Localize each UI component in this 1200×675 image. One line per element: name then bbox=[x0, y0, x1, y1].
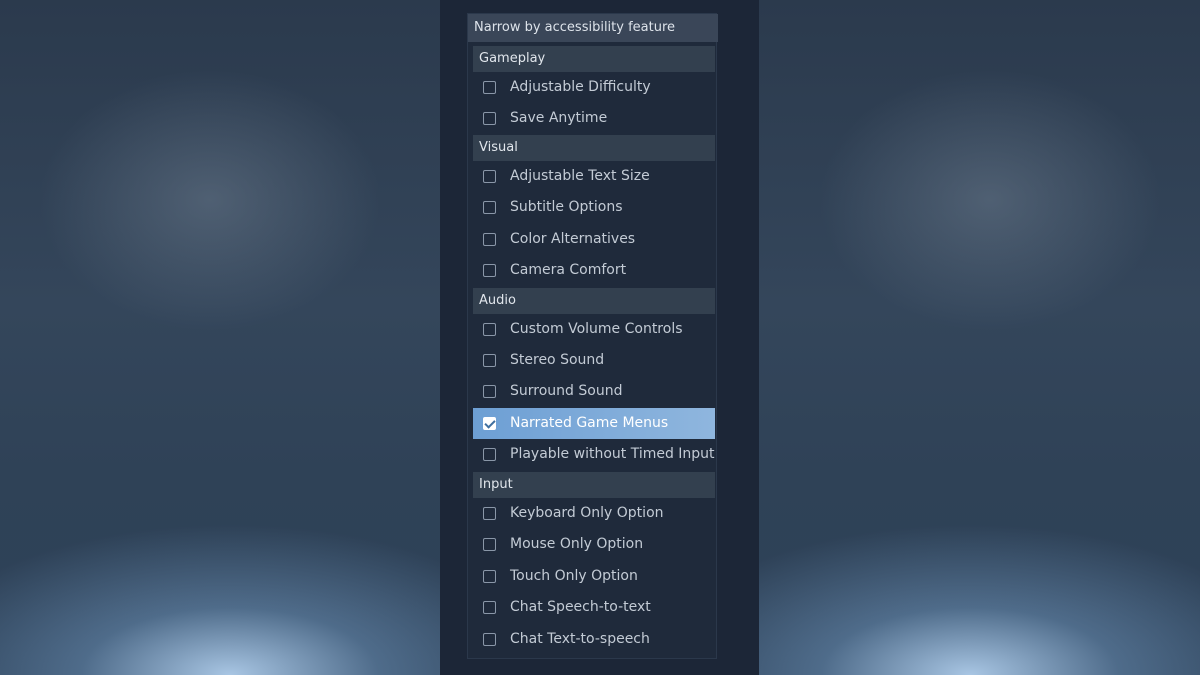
option-camera-comfort[interactable]: Camera Comfort bbox=[473, 255, 715, 286]
checkbox[interactable] bbox=[483, 448, 496, 461]
option-subtitle-options[interactable]: Subtitle Options bbox=[473, 192, 715, 223]
checkbox[interactable] bbox=[483, 201, 496, 214]
checkbox[interactable] bbox=[483, 112, 496, 125]
checkbox[interactable] bbox=[483, 81, 496, 94]
checkbox[interactable] bbox=[483, 385, 496, 398]
option-label: Adjustable Text Size bbox=[510, 168, 650, 184]
category-header-audio: Audio bbox=[473, 288, 715, 314]
option-label: Camera Comfort bbox=[510, 262, 627, 278]
category-header-gameplay: Gameplay bbox=[473, 46, 715, 72]
option-adjustable-difficulty[interactable]: Adjustable Difficulty bbox=[473, 72, 715, 103]
checkbox[interactable] bbox=[483, 354, 496, 367]
option-stereo-sound[interactable]: Stereo Sound bbox=[473, 345, 715, 376]
option-label: Chat Text-to-speech bbox=[510, 631, 650, 647]
category-header-input: Input bbox=[473, 472, 715, 498]
option-chat-speech-to-text[interactable]: Chat Speech-to-text bbox=[473, 592, 715, 623]
checkbox[interactable] bbox=[483, 264, 496, 277]
option-custom-volume-controls[interactable]: Custom Volume Controls bbox=[473, 314, 715, 345]
option-chat-text-to-speech[interactable]: Chat Text-to-speech bbox=[473, 624, 715, 655]
option-label: Surround Sound bbox=[510, 383, 623, 399]
option-label: Keyboard Only Option bbox=[510, 505, 664, 521]
option-keyboard-only[interactable]: Keyboard Only Option bbox=[473, 498, 715, 529]
checkbox[interactable] bbox=[483, 570, 496, 583]
option-label: Color Alternatives bbox=[510, 231, 636, 247]
option-label: Custom Volume Controls bbox=[510, 321, 683, 337]
option-label: Playable without Timed Input bbox=[510, 446, 715, 462]
option-label: Touch Only Option bbox=[510, 568, 638, 584]
accessibility-filter-panel: Narrow by accessibility feature Gameplay… bbox=[467, 13, 718, 659]
option-label: Narrated Game Menus bbox=[510, 415, 669, 431]
option-touch-only[interactable]: Touch Only Option bbox=[473, 561, 715, 592]
checkbox[interactable] bbox=[483, 233, 496, 246]
option-label: Chat Speech-to-text bbox=[510, 599, 651, 615]
category-header-visual: Visual bbox=[473, 135, 715, 161]
option-surround-sound[interactable]: Surround Sound bbox=[473, 376, 715, 407]
checkbox[interactable] bbox=[483, 633, 496, 646]
option-adjustable-text-size[interactable]: Adjustable Text Size bbox=[473, 161, 715, 192]
option-label: Stereo Sound bbox=[510, 352, 605, 368]
checkbox[interactable] bbox=[483, 538, 496, 551]
option-color-alternatives[interactable]: Color Alternatives bbox=[473, 224, 715, 255]
panel-title: Narrow by accessibility feature bbox=[468, 14, 718, 42]
checkbox[interactable] bbox=[483, 507, 496, 520]
option-label: Save Anytime bbox=[510, 110, 608, 126]
option-label: Mouse Only Option bbox=[510, 536, 644, 552]
option-playable-without-timed-input[interactable]: Playable without Timed Input bbox=[473, 439, 715, 470]
checkmark-icon bbox=[484, 417, 496, 429]
checkbox-checked[interactable] bbox=[483, 417, 496, 430]
option-narrated-game-menus[interactable]: Narrated Game Menus bbox=[473, 408, 715, 439]
checkbox[interactable] bbox=[483, 323, 496, 336]
option-label: Adjustable Difficulty bbox=[510, 79, 651, 95]
option-save-anytime[interactable]: Save Anytime bbox=[473, 103, 715, 134]
checkbox[interactable] bbox=[483, 601, 496, 614]
option-mouse-only[interactable]: Mouse Only Option bbox=[473, 529, 715, 560]
option-label: Subtitle Options bbox=[510, 199, 623, 215]
checkbox[interactable] bbox=[483, 170, 496, 183]
